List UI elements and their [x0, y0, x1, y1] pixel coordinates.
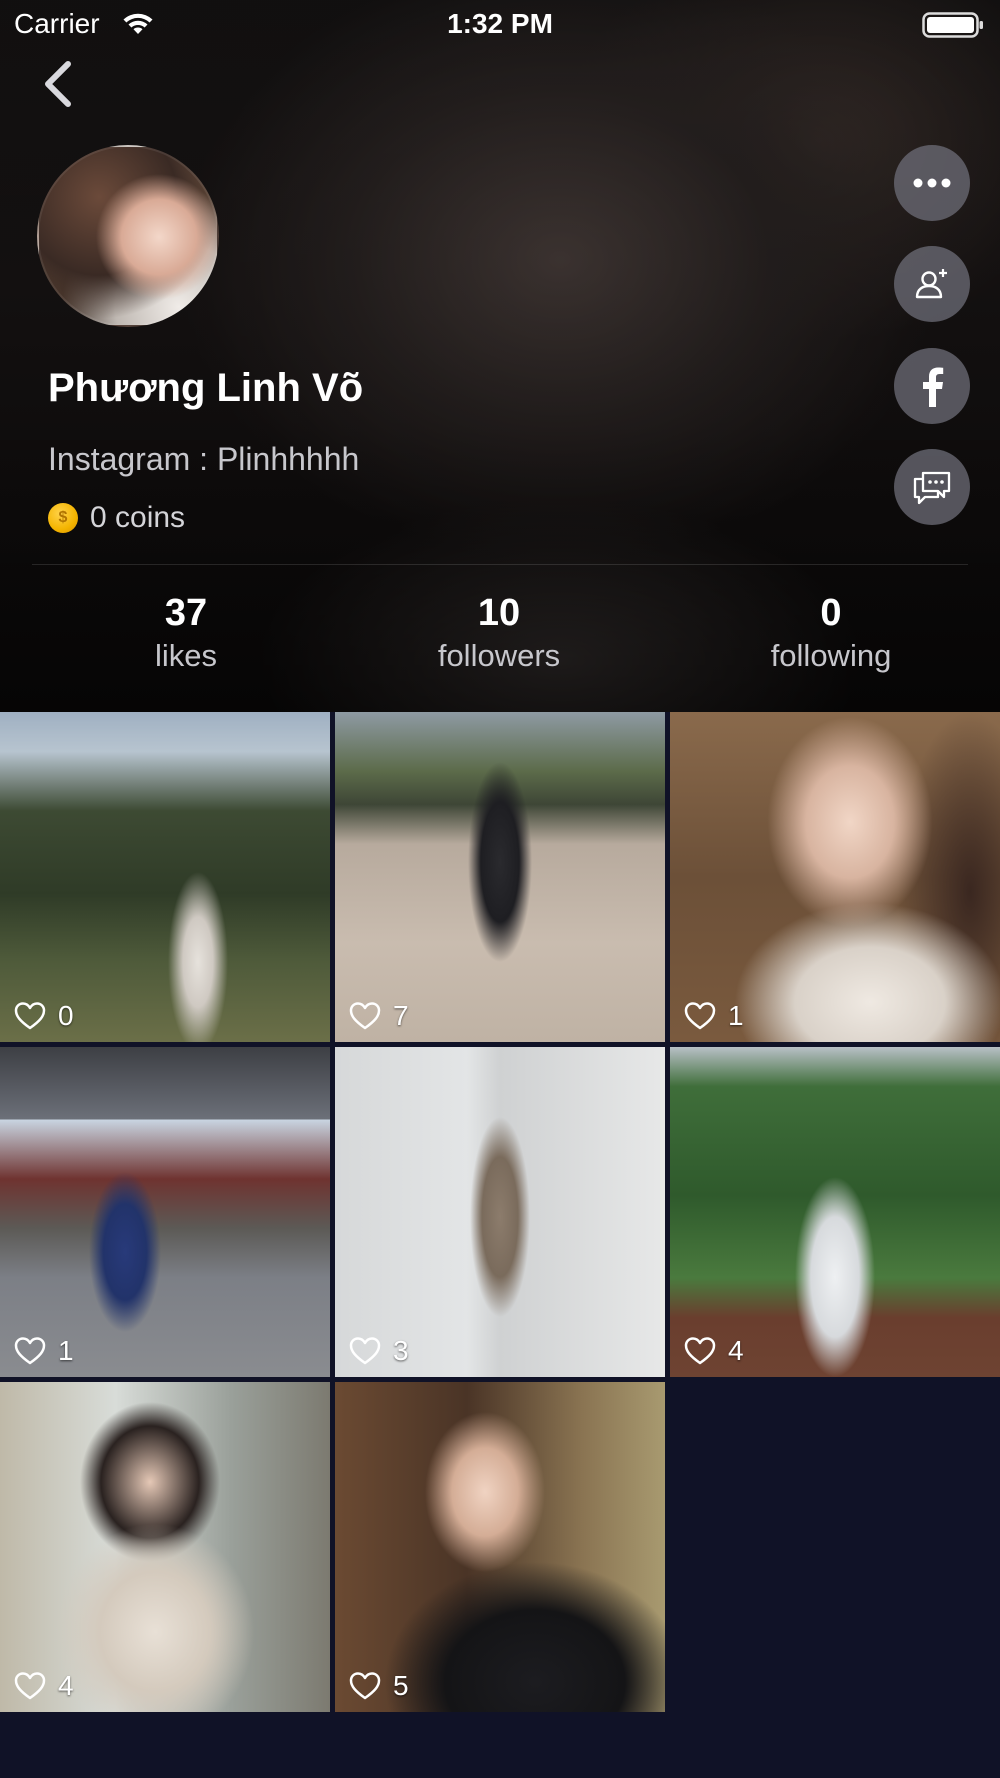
photo-tile[interactable]: 3 [335, 1047, 665, 1377]
following-count: 0 [820, 592, 842, 634]
battery-icon [922, 12, 983, 38]
photo-tile[interactable]: 0 [0, 712, 330, 1042]
instagram-handle: Instagram : Plinhhhhh [48, 441, 360, 477]
add-friend-button[interactable] [894, 246, 970, 322]
like-count: 4 [728, 1335, 744, 1366]
like-count: 4 [58, 1670, 74, 1701]
chat-icon [913, 471, 951, 505]
like-count: 0 [58, 1000, 74, 1031]
like-count: 3 [393, 1335, 409, 1366]
photo-tile[interactable]: 4 [0, 1382, 330, 1712]
like-badge[interactable]: 0 [14, 1000, 74, 1032]
photo-tile[interactable]: 1 [0, 1047, 330, 1377]
coin-icon: $ [48, 503, 78, 533]
photo-tile[interactable]: 4 [670, 1047, 1000, 1377]
like-badge[interactable]: 7 [349, 1000, 409, 1032]
profile-header: Carrier 1:32 PM Phương Linh Võ Instagram… [0, 0, 1000, 712]
like-badge[interactable]: 3 [349, 1335, 409, 1367]
photo-tile[interactable]: 5 [335, 1382, 665, 1712]
following-stat[interactable]: 0 following [711, 590, 951, 676]
heart-icon [684, 1337, 716, 1365]
avatar[interactable] [37, 145, 219, 327]
status-bar: Carrier 1:32 PM [0, 0, 1000, 50]
followers-stat[interactable]: 10 followers [379, 590, 619, 676]
heart-icon [349, 1337, 381, 1365]
profile-name: Phương Linh Võ [48, 366, 364, 410]
more-button[interactable] [894, 145, 970, 221]
coins-label: 0 coins [90, 501, 186, 534]
like-count: 1 [58, 1335, 74, 1366]
like-badge[interactable]: 1 [684, 1000, 744, 1032]
heart-icon [684, 1002, 716, 1030]
facebook-icon [923, 367, 944, 407]
chat-button[interactable] [894, 449, 970, 525]
likes-label: likes [154, 638, 217, 673]
followers-label: followers [437, 638, 561, 673]
following-label: following [770, 638, 892, 673]
photo-tile[interactable]: 7 [335, 712, 665, 1042]
back-button[interactable] [36, 56, 84, 112]
coins-row: $ 0 coins [48, 500, 185, 536]
likes-stat[interactable]: 37 likes [66, 590, 306, 676]
heart-icon [349, 1672, 381, 1700]
header-divider [32, 564, 968, 565]
like-badge[interactable]: 4 [14, 1670, 74, 1702]
facebook-button[interactable] [894, 348, 970, 424]
followers-count: 10 [477, 592, 521, 634]
likes-count: 37 [164, 592, 208, 634]
add-friend-icon [915, 269, 947, 299]
heart-icon [349, 1002, 381, 1030]
like-count: 5 [393, 1670, 409, 1701]
more-icon [913, 178, 951, 188]
heart-icon [14, 1337, 46, 1365]
heart-icon [14, 1002, 46, 1030]
like-badge[interactable]: 5 [349, 1670, 409, 1702]
like-badge[interactable]: 1 [14, 1335, 74, 1367]
photo-tile[interactable]: 1 [670, 712, 1000, 1042]
heart-icon [14, 1672, 46, 1700]
like-count: 7 [393, 1000, 409, 1031]
like-count: 1 [728, 1000, 744, 1031]
like-badge[interactable]: 4 [684, 1335, 744, 1367]
clock: 1:32 PM [447, 8, 553, 39]
